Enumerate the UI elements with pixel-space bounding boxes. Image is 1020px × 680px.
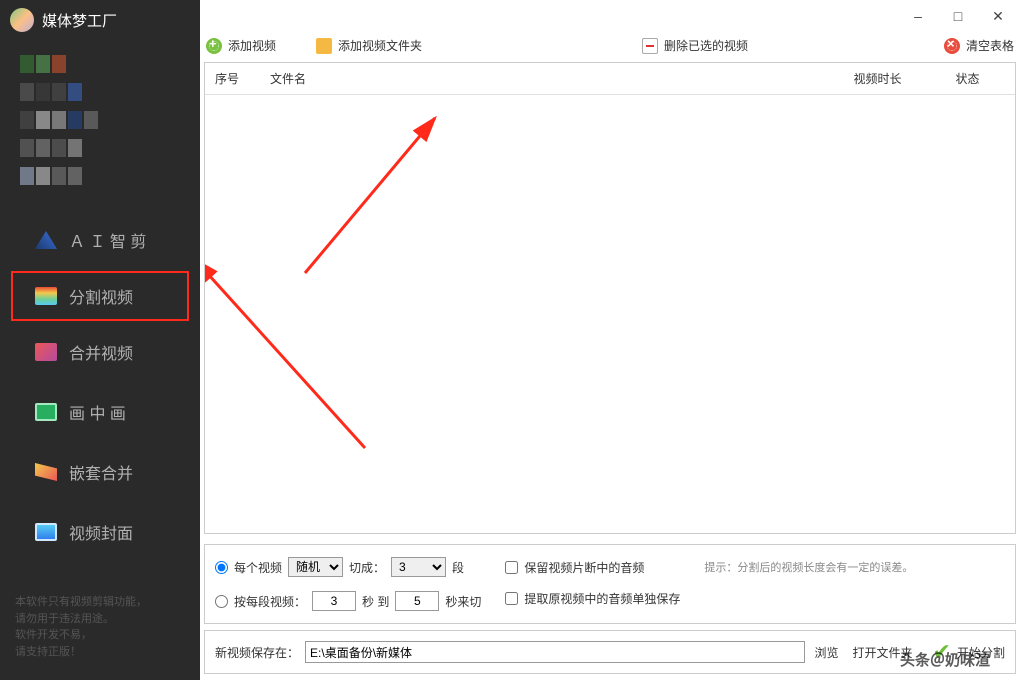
clear-icon <box>944 38 960 54</box>
nav-pip[interactable]: 画 中 画 <box>0 382 200 442</box>
footer-text: 本软件只有视频剪辑功能， 请勿用于违法用途。 软件开发不易， 请支持正版！ <box>0 574 200 680</box>
pip-icon <box>35 403 57 421</box>
ai-icon <box>35 231 57 249</box>
segment-count-select[interactable]: 3 <box>391 557 446 577</box>
add-video-button[interactable]: 添加视频 <box>206 37 276 54</box>
save-label: 新视频保存在： <box>215 644 299 661</box>
add-folder-button[interactable]: 添加视频文件夹 <box>316 37 422 54</box>
cut-into-label: 切成： <box>349 559 385 576</box>
nav-label: 分割视频 <box>69 284 133 308</box>
app-logo <box>10 8 34 32</box>
table: 序号 文件名 视频时长 状态 <box>204 62 1016 534</box>
nav-label: 视频封面 <box>69 520 133 544</box>
browse-button[interactable]: 浏览 <box>811 642 843 663</box>
sec-mid-label: 秒 到 <box>362 593 389 610</box>
nav-label: 嵌套合并 <box>69 460 133 484</box>
radio-by-segment[interactable] <box>215 595 228 608</box>
radio-each-video[interactable] <box>215 561 228 574</box>
keep-audio-label: 保留视频片断中的音频 <box>524 559 644 576</box>
th-seq: 序号 <box>205 70 260 87</box>
merge-icon <box>35 343 57 361</box>
nav-label: 画 中 画 <box>69 400 126 424</box>
by-segment-label: 按每段视频： <box>234 593 306 610</box>
nav-cover[interactable]: 视频封面 <box>0 502 200 562</box>
extract-audio-checkbox[interactable] <box>505 592 518 605</box>
sec-from-input[interactable] <box>312 591 356 611</box>
folder-icon <box>316 38 332 54</box>
add-icon <box>206 38 222 54</box>
nest-icon <box>35 463 57 481</box>
arrow-annotation-2 <box>204 258 375 461</box>
close-button[interactable]: ✕ <box>992 8 1004 25</box>
nav-merge-video[interactable]: 合并视频 <box>0 322 200 382</box>
th-name: 文件名 <box>260 70 835 87</box>
save-path-input[interactable] <box>305 641 805 663</box>
nav-label: Ａ Ｉ 智 剪 <box>69 228 146 252</box>
watermark: 头条＠奶味渲 <box>900 649 990 670</box>
random-select[interactable]: 随机 <box>288 557 343 577</box>
maximize-button[interactable]: □ <box>952 8 964 25</box>
segments-suffix: 段 <box>452 559 464 576</box>
keep-audio-checkbox[interactable] <box>505 561 518 574</box>
split-icon <box>35 287 57 305</box>
nav-split-video[interactable]: 分割视频 <box>10 270 190 322</box>
nav-nest-merge[interactable]: 嵌套合并 <box>0 442 200 502</box>
th-status: 状态 <box>920 70 1015 87</box>
delete-icon <box>642 38 658 54</box>
extract-audio-label: 提取原视频中的音频单独保存 <box>524 590 680 607</box>
cover-icon <box>35 523 57 541</box>
app-title: 媒体梦工厂 <box>42 10 117 31</box>
each-video-label: 每个视频 <box>234 559 282 576</box>
th-duration: 视频时长 <box>835 70 920 87</box>
sec-suffix: 秒来切 <box>445 593 481 610</box>
minimize-button[interactable]: – <box>912 8 924 25</box>
sec-to-input[interactable] <box>395 591 439 611</box>
nav-label: 合并视频 <box>69 340 133 364</box>
hint-text: 提示：分割后的视频长度会有一定的误差。 <box>704 557 913 575</box>
pixelated-area <box>0 40 200 200</box>
clear-table-button[interactable]: 清空表格 <box>944 37 1014 54</box>
delete-selected-button[interactable]: 删除已选的视频 <box>642 37 748 54</box>
arrow-annotation-1 <box>295 103 455 286</box>
nav-ai-edit[interactable]: Ａ Ｉ 智 剪 <box>0 210 200 270</box>
